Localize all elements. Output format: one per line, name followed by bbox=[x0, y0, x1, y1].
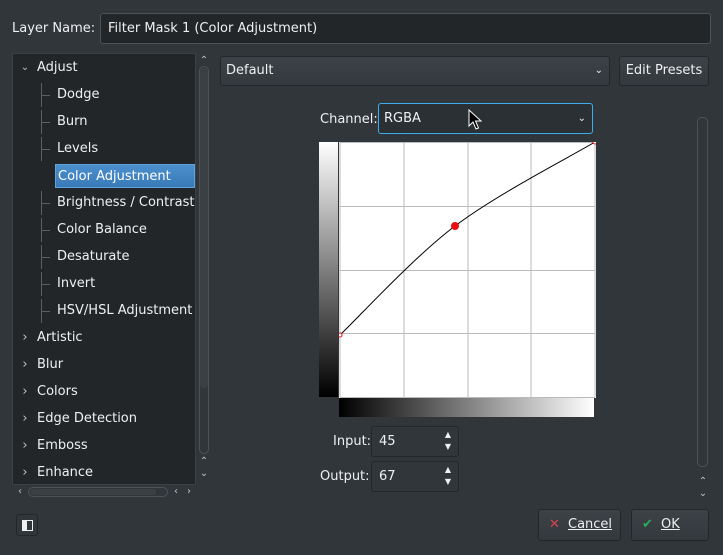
tree-item-label: Blur bbox=[37, 357, 64, 372]
cancel-button[interactable]: ✕ Cancel bbox=[538, 509, 621, 541]
sidebar-toggle-button[interactable] bbox=[16, 514, 38, 536]
tree-item[interactable]: Dodge bbox=[13, 83, 195, 107]
scroll-right-icon[interactable]: › bbox=[183, 486, 195, 498]
tree-item[interactable]: Desaturate bbox=[13, 245, 195, 269]
chevron-right-icon[interactable]: › bbox=[19, 326, 31, 350]
chevron-right-icon[interactable]: › bbox=[19, 434, 31, 458]
tree-item-label: Invert bbox=[57, 276, 96, 291]
output-gradient-bar bbox=[319, 142, 338, 397]
tree-item[interactable]: › Emboss bbox=[13, 434, 195, 458]
tree-item-label: Burn bbox=[57, 114, 88, 129]
tree-item[interactable]: HSV/HSL Adjustment bbox=[13, 299, 195, 323]
tree-item-label: Adjust bbox=[37, 60, 78, 75]
tree-item-label: HSV/HSL Adjustment bbox=[57, 303, 193, 318]
scroll-down-icon[interactable]: ⌄ bbox=[697, 488, 709, 500]
input-value: 45 bbox=[379, 434, 396, 449]
tree-item[interactable]: › Edge Detection bbox=[13, 407, 195, 431]
tree-item-label: Artistic bbox=[37, 330, 83, 345]
tree-item-label: Emboss bbox=[37, 438, 88, 453]
x-icon: ✕ bbox=[549, 517, 560, 532]
output-value: 67 bbox=[379, 469, 396, 484]
edit-presets-button[interactable]: Edit Presets bbox=[619, 56, 709, 86]
layer-name-field[interactable]: Filter Mask 1 (Color Adjustment) bbox=[100, 13, 711, 44]
chevron-right-icon[interactable]: › bbox=[19, 353, 31, 377]
tree-item[interactable]: › Blur bbox=[13, 353, 195, 377]
spin-arrows-icon[interactable]: ▲ ▼ bbox=[442, 429, 454, 453]
tree-guide-line bbox=[41, 272, 51, 296]
tree-item[interactable]: › Enhance bbox=[13, 461, 195, 484]
tree-item[interactable]: Levels bbox=[13, 137, 195, 161]
tree-item[interactable]: ⌄ Adjust bbox=[13, 56, 195, 80]
tree-item-label: Desaturate bbox=[57, 249, 130, 264]
output-label: Output: bbox=[320, 469, 370, 484]
main-vertical-scrollbar[interactable] bbox=[697, 117, 708, 467]
layer-name-label: Layer Name: bbox=[12, 21, 96, 36]
chevron-down-icon[interactable]: ⌄ bbox=[19, 56, 31, 80]
tree-item-label: Dodge bbox=[57, 87, 100, 102]
mouse-cursor-icon bbox=[468, 109, 482, 130]
scroll-up-icon[interactable]: ⌃ bbox=[198, 456, 210, 468]
tree-item[interactable]: Color Balance bbox=[13, 218, 195, 242]
scroll-left-icon[interactable]: ‹ bbox=[14, 486, 26, 498]
ok-button[interactable]: ✔ OK bbox=[631, 509, 709, 541]
tree-guide-line bbox=[41, 218, 51, 242]
tree-item-label: Color Adjustment bbox=[58, 169, 171, 184]
input-gradient-bar bbox=[339, 398, 594, 417]
channel-combobox[interactable]: RGBA ⌄ bbox=[378, 103, 593, 134]
scroll-down-icon[interactable]: ⌄ bbox=[198, 468, 210, 480]
tree-horizontal-scroll-handle[interactable] bbox=[30, 489, 156, 495]
output-spinbox[interactable]: 67 ▲ ▼ bbox=[371, 461, 459, 492]
cancel-label: Cancel bbox=[568, 517, 613, 532]
channel-label: Channel: bbox=[320, 112, 378, 127]
tree-item-label: Enhance bbox=[37, 465, 94, 480]
tree-guide-line bbox=[41, 110, 51, 134]
curve-control-point[interactable] bbox=[339, 332, 343, 338]
tree-item-label: Edge Detection bbox=[37, 411, 138, 426]
tree-item[interactable]: › Artistic bbox=[13, 326, 195, 350]
tree-item-label: Levels bbox=[57, 141, 99, 156]
tree-guide-line bbox=[41, 245, 51, 269]
curve-editor[interactable] bbox=[339, 142, 596, 398]
tree-vertical-scroll-handle[interactable] bbox=[200, 68, 208, 388]
scroll-up-icon[interactable]: ⌃ bbox=[697, 476, 709, 488]
tree-item[interactable]: Burn bbox=[13, 110, 195, 134]
chevron-right-icon[interactable]: › bbox=[19, 407, 31, 431]
checkmark-icon: ✔ bbox=[642, 517, 653, 532]
tree-guide-line bbox=[41, 191, 51, 215]
curve-control-point[interactable] bbox=[451, 222, 459, 230]
chevron-right-icon[interactable]: › bbox=[19, 461, 31, 484]
tree-item-label: Colors bbox=[37, 384, 78, 399]
scroll-left-icon[interactable]: ‹ bbox=[170, 486, 182, 498]
tree-item[interactable]: Color Adjustment bbox=[55, 164, 195, 188]
edit-presets-label: Edit Presets bbox=[625, 63, 703, 78]
sidebar-panel-icon bbox=[22, 520, 33, 531]
filter-tree: ⌄ Adjust Dodge Burn Levels Color Adjustment Br… bbox=[12, 53, 196, 485]
tree-item-label: Color Balance bbox=[57, 222, 147, 237]
ok-label: OK bbox=[661, 517, 680, 532]
input-spinbox[interactable]: 45 ▲ ▼ bbox=[371, 426, 459, 457]
tree-guide-line bbox=[41, 299, 51, 323]
spin-arrows-icon[interactable]: ▲ ▼ bbox=[442, 464, 454, 488]
chevron-down-icon: ⌄ bbox=[594, 65, 603, 76]
tree-item[interactable]: › Colors bbox=[13, 380, 195, 404]
scroll-up-icon[interactable]: ⌃ bbox=[198, 55, 210, 67]
curve-control-point[interactable] bbox=[592, 142, 596, 145]
chevron-down-icon: ⌄ bbox=[577, 113, 586, 124]
tree-item[interactable]: Brightness / Contrast bbox=[13, 191, 195, 215]
preset-value: Default bbox=[226, 63, 274, 78]
preset-combobox[interactable]: Default ⌄ bbox=[220, 56, 610, 86]
tree-guide-line bbox=[41, 83, 51, 107]
input-label: Input: bbox=[333, 434, 372, 449]
channel-value: RGBA bbox=[384, 111, 421, 126]
tree-guide-line bbox=[41, 137, 51, 161]
chevron-right-icon[interactable]: › bbox=[19, 380, 31, 404]
curve-grid bbox=[339, 142, 596, 398]
tree-item[interactable]: Invert bbox=[13, 272, 195, 296]
tree-item-label: Brightness / Contrast bbox=[57, 195, 195, 210]
